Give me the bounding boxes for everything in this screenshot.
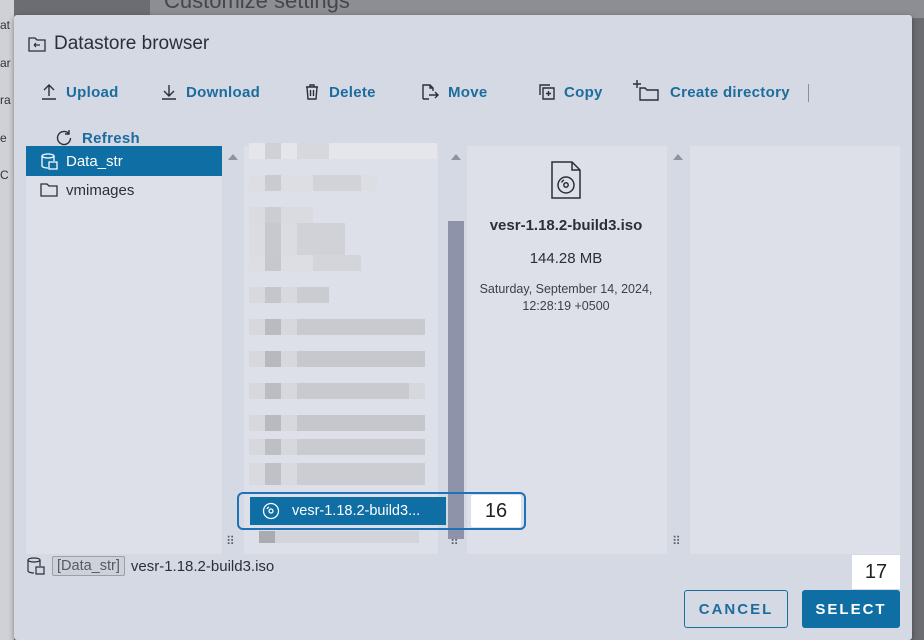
obscured-row xyxy=(249,319,425,335)
background-sidebar: at ar ra e C xyxy=(0,0,14,640)
datastore-icon xyxy=(40,152,58,170)
file-name: vesr-1.18.2-build3.iso xyxy=(489,217,643,234)
obscured-row xyxy=(249,175,377,191)
download-label: Download xyxy=(186,83,261,101)
obscured-row xyxy=(249,383,425,399)
new-folder-icon xyxy=(632,78,662,102)
obscured-row xyxy=(249,287,329,303)
tree-item-vmimages[interactable]: vmimages xyxy=(26,175,222,205)
tree-item-label: vmimages xyxy=(66,181,135,199)
refresh-icon xyxy=(54,128,74,148)
copy-label: Copy xyxy=(564,83,603,101)
details-scrollbar[interactable]: ⠿ xyxy=(667,146,689,554)
bg-fragment: at xyxy=(0,18,11,32)
refresh-button[interactable]: Refresh xyxy=(54,128,140,148)
cancel-button[interactable]: CANCEL xyxy=(684,590,788,628)
datastore-tag: [Data_str] xyxy=(52,556,125,576)
copy-button[interactable]: Copy xyxy=(538,83,603,101)
datastore-browser-icon xyxy=(28,36,46,52)
trash-icon xyxy=(303,83,321,101)
tree-item-data-str[interactable]: Data_str xyxy=(26,146,222,176)
toolbar-divider xyxy=(808,84,809,102)
bg-fragment: e xyxy=(0,131,7,145)
obscured-row xyxy=(249,143,437,159)
obscured-row xyxy=(249,439,425,455)
create-directory-button[interactable]: Create directory xyxy=(632,78,790,102)
scroll-up-icon[interactable] xyxy=(673,154,683,160)
resize-grip-icon[interactable]: ⠿ xyxy=(226,534,235,548)
dialog-header: Datastore browser xyxy=(28,33,209,55)
upload-icon xyxy=(40,83,58,101)
folder-icon xyxy=(40,182,58,198)
tree-item-label: Data_str xyxy=(66,152,123,170)
empty-column xyxy=(690,146,900,554)
move-button[interactable]: Move xyxy=(420,83,488,101)
refresh-label: Refresh xyxy=(82,129,140,147)
background-title: Customize settings xyxy=(164,0,350,13)
download-button[interactable]: Download xyxy=(160,83,260,101)
dialog-title: Datastore browser xyxy=(54,33,210,54)
obscured-row xyxy=(249,255,361,271)
scroll-up-icon[interactable] xyxy=(228,154,238,160)
obscured-row xyxy=(249,207,313,223)
download-icon xyxy=(160,83,178,101)
obscured-row xyxy=(249,463,425,485)
resize-grip-icon[interactable]: ⠿ xyxy=(672,534,681,548)
obscured-row xyxy=(259,531,419,543)
move-file-icon xyxy=(420,83,440,101)
select-button[interactable]: SELECT xyxy=(802,590,900,628)
datastore-tree: Data_str vmimages xyxy=(26,146,222,554)
callout-number-17: 17 xyxy=(852,555,900,589)
callout-number-16: 16 xyxy=(471,495,521,527)
file-modified-date: Saturday, September 14, 2024, 12:28:19 +… xyxy=(479,282,653,313)
iso-file-icon xyxy=(467,160,665,205)
copy-icon xyxy=(538,83,556,101)
delete-button[interactable]: Delete xyxy=(303,83,376,101)
obscured-row xyxy=(249,351,425,367)
delete-label: Delete xyxy=(329,83,376,101)
obscured-row xyxy=(249,223,345,255)
upload-button[interactable]: Upload xyxy=(40,83,119,101)
move-label: Move xyxy=(448,83,488,101)
bg-fragment: C xyxy=(0,168,9,182)
datastore-icon xyxy=(26,556,46,576)
obscured-row xyxy=(249,415,425,431)
file-size: 144.28 MB xyxy=(529,250,603,267)
upload-label: Upload xyxy=(66,83,119,101)
selected-path: [Data_str] vesr-1.18.2-build3.iso xyxy=(26,556,274,576)
create-directory-label: Create directory xyxy=(670,84,790,101)
scroll-up-icon[interactable] xyxy=(451,154,461,160)
file-details: vesr-1.18.2-build3.iso 144.28 MB Saturda… xyxy=(467,160,665,315)
bg-fragment: ra xyxy=(0,93,11,107)
selected-path-text: vesr-1.18.2-build3.iso xyxy=(130,557,275,575)
bg-fragment: ar xyxy=(0,56,11,70)
